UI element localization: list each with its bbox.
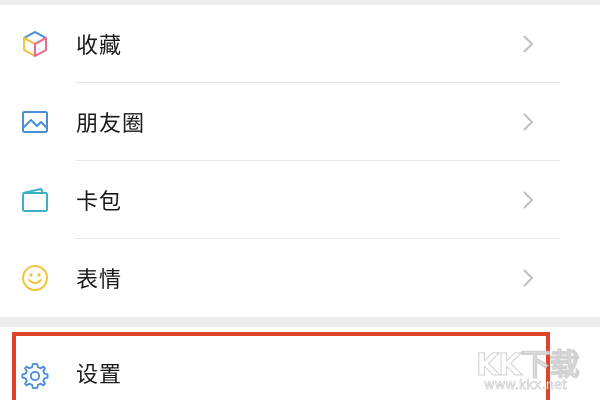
menu-item-settings[interactable]: 设置: [0, 327, 600, 400]
card-wallet-icon: [20, 185, 50, 215]
chevron-right-icon: [518, 110, 538, 134]
menu-item-label: 卡包: [76, 190, 123, 215]
menu-item-label: 收藏: [76, 34, 123, 59]
moments-image-icon: [20, 107, 50, 137]
favorites-cube-icon: [20, 29, 50, 59]
menu-item-label: 设置: [76, 363, 123, 388]
menu-item-label: 表情: [76, 268, 123, 293]
menu-item-stickers[interactable]: 表情: [0, 239, 600, 317]
chevron-right-icon: [518, 266, 538, 290]
chevron-right-icon: [518, 188, 538, 212]
sticker-smiley-icon: [20, 263, 50, 293]
menu-item-cards[interactable]: 卡包: [0, 161, 600, 239]
gear-icon: [20, 361, 50, 391]
menu-item-label: 朋友圈: [76, 112, 146, 137]
group-gap: [0, 317, 600, 327]
menu-item-favorites[interactable]: 收藏: [0, 5, 600, 83]
menu-item-moments[interactable]: 朋友圈: [0, 83, 600, 161]
menu-group: 收藏 朋友圈 卡包 表情: [0, 5, 600, 317]
chevron-right-icon: [518, 32, 538, 56]
wechat-me-page: 收藏 朋友圈 卡包 表情 设置 KK下载 www.kkx.net: [0, 0, 600, 400]
